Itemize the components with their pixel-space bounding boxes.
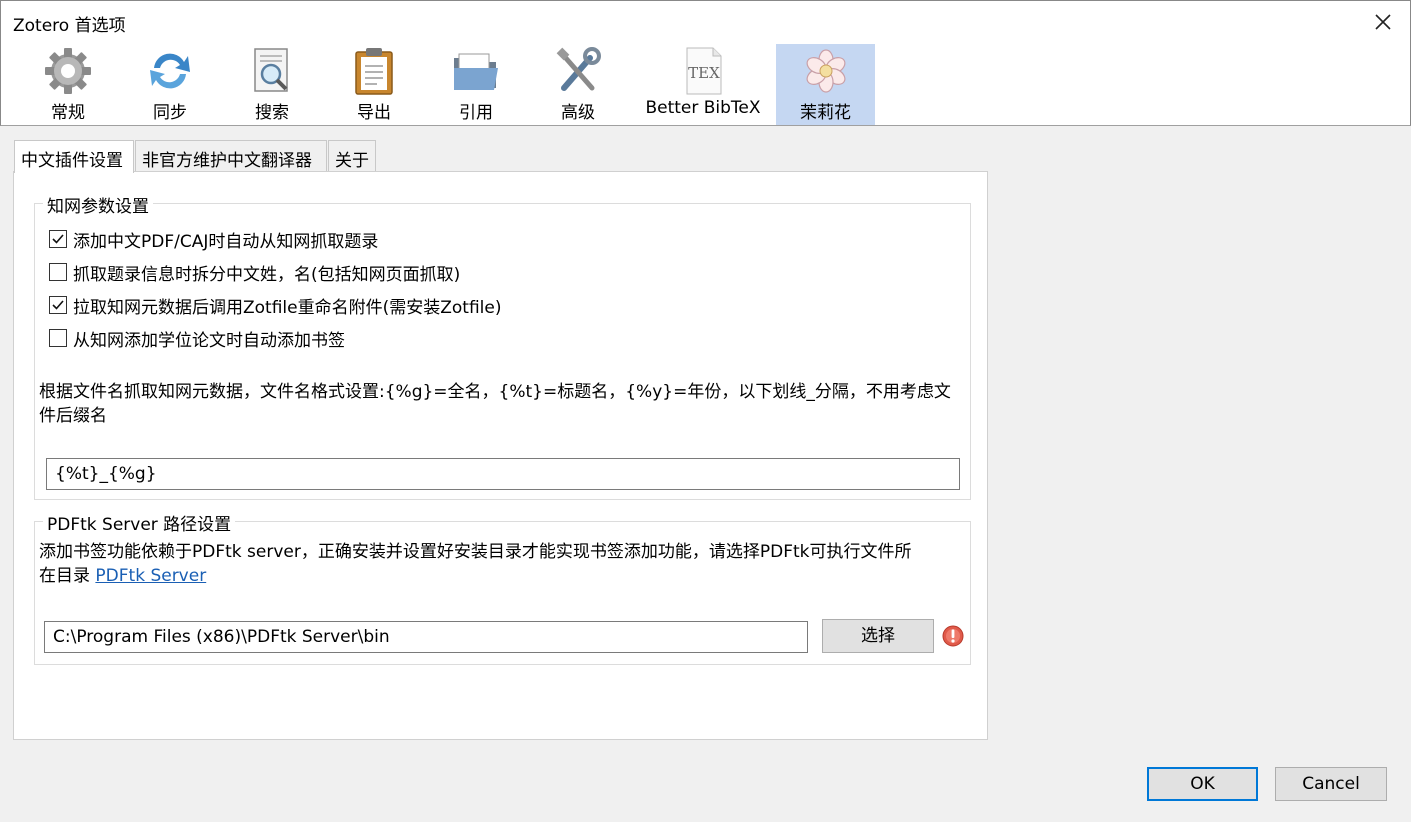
toolbar-label: 高级	[561, 103, 595, 123]
checkbox-label: 抓取题录信息时拆分中文姓，名(包括知网页面抓取)	[73, 264, 461, 285]
pdftk-server-link[interactable]: PDFtk Server	[95, 566, 206, 586]
svg-text:TEX: TEX	[688, 64, 720, 82]
checkbox-label: 添加中文PDF/CAJ时自动从知网抓取题录	[73, 231, 379, 252]
toolbar-item-general[interactable]: 常规	[19, 44, 117, 125]
checkbox-split-chinese-name[interactable]: 抓取题录信息时拆分中文姓，名(包括知网页面抓取)	[49, 260, 461, 285]
tab-chinese-plugin-settings[interactable]: 中文插件设置	[14, 140, 134, 173]
preferences-toolbar: 常规 同步 搜索 导出 引用 高级 TEX Better BibTeX 茉莉花	[0, 44, 1411, 126]
jasmine-flower-icon	[806, 49, 845, 93]
toolbar-label: 常规	[51, 103, 85, 123]
pdftk-path-input[interactable]	[44, 621, 808, 653]
tex-icon: TEX	[686, 47, 722, 95]
folder-icon	[454, 53, 498, 90]
toolbar-item-advanced[interactable]: 高级	[529, 44, 627, 125]
toolbar-item-search[interactable]: 搜索	[223, 44, 321, 125]
filename-format-input[interactable]	[46, 458, 960, 490]
tab-about[interactable]: 关于	[328, 140, 376, 172]
checkbox[interactable]	[49, 263, 67, 281]
checkbox[interactable]	[49, 296, 67, 314]
clipboard-icon	[355, 48, 393, 95]
toolbar-item-jasmine[interactable]: 茉莉花	[776, 44, 875, 125]
tools-icon	[556, 47, 601, 91]
title-bar: Zotero 首选项	[0, 0, 1411, 44]
checkbox-auto-fetch-cnki[interactable]: 添加中文PDF/CAJ时自动从知网抓取题录	[49, 227, 379, 252]
checkbox[interactable]	[49, 230, 67, 248]
checkbox-label: 从知网添加学位论文时自动添加书签	[73, 330, 345, 351]
gear-icon	[45, 48, 91, 94]
toolbar-item-export[interactable]: 导出	[325, 44, 423, 125]
toolbar-label: 同步	[153, 103, 187, 123]
error-icon	[942, 625, 964, 647]
group-legend: 知网参数设置	[43, 192, 153, 217]
checkbox-thesis-bookmarks[interactable]: 从知网添加学位论文时自动添加书签	[49, 326, 345, 351]
toolbar-item-sync[interactable]: 同步	[121, 44, 219, 125]
toolbar-item-cite[interactable]: 引用	[427, 44, 525, 125]
cnki-settings-group: 知网参数设置 添加中文PDF/CAJ时自动从知网抓取题录 抓取题录信息时拆分中文…	[34, 192, 971, 500]
tab-unofficial-translators[interactable]: 非官方维护中文翻译器	[135, 140, 327, 172]
toolbar-label: 导出	[357, 103, 391, 123]
filename-format-description: 根据文件名抓取知网元数据，文件名格式设置:{%g}=全名，{%t}=标题名，{%…	[39, 382, 951, 426]
search-icon	[254, 48, 288, 92]
window-title: Zotero 首选项	[13, 16, 126, 36]
pdftk-description: 添加书签功能依赖于PDFtk server，正确安装并设置好安装目录才能实现书签…	[39, 542, 912, 586]
toolbar-label: 搜索	[255, 103, 289, 123]
close-icon[interactable]	[1370, 9, 1396, 35]
cancel-button[interactable]: Cancel	[1275, 767, 1387, 801]
toolbar-label: Better BibTeX	[645, 98, 761, 118]
pdftk-settings-group: PDFtk Server 路径设置 添加书签功能依赖于PDFtk server，…	[34, 510, 971, 665]
toolbar-label: 茉莉花	[800, 103, 851, 123]
checkbox[interactable]	[49, 329, 67, 347]
choose-path-button[interactable]: 选择	[822, 619, 934, 653]
group-legend: PDFtk Server 路径设置	[43, 510, 236, 535]
checkbox-zotfile-rename[interactable]: 拉取知网元数据后调用Zotfile重命名附件(需安装Zotfile)	[49, 293, 502, 318]
sync-icon	[150, 53, 190, 89]
settings-panel: 知网参数设置 添加中文PDF/CAJ时自动从知网抓取题录 抓取题录信息时拆分中文…	[13, 171, 988, 740]
ok-button[interactable]: OK	[1147, 767, 1258, 801]
toolbar-label: 引用	[459, 103, 493, 123]
checkbox-label: 拉取知网元数据后调用Zotfile重命名附件(需安装Zotfile)	[73, 297, 502, 318]
toolbar-item-better-bibtex[interactable]: TEX Better BibTeX	[633, 44, 773, 125]
